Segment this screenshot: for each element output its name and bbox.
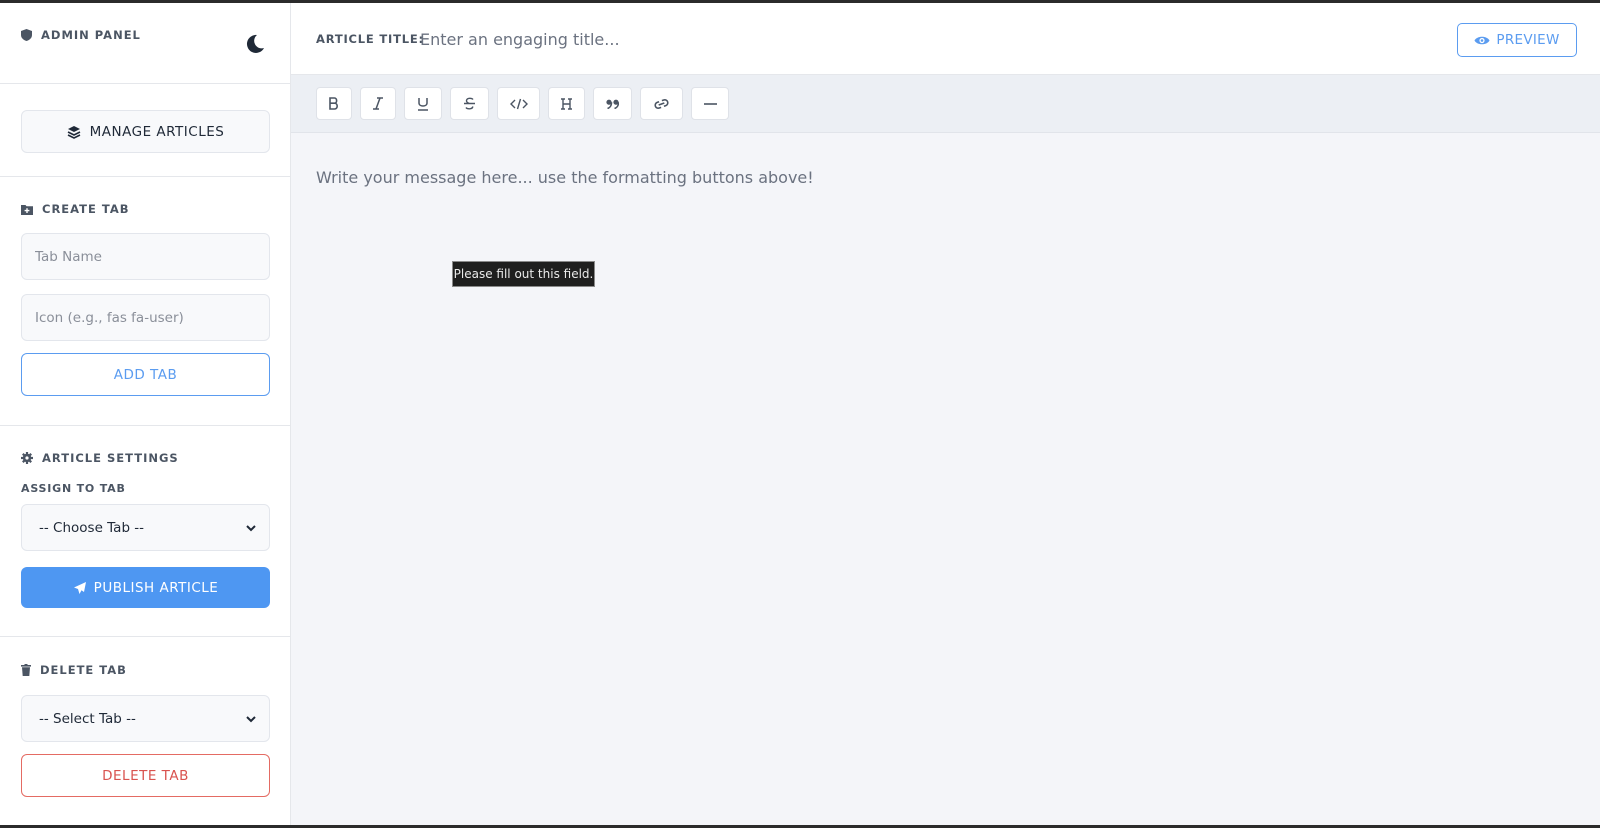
validation-tooltip: Please fill out this field. — [452, 261, 595, 287]
sidebar: ADMIN PANEL MANAGE ARTICLES CREATE TAB T… — [0, 3, 291, 825]
create-tab-title: CREATE TAB — [21, 202, 129, 216]
bold-button[interactable] — [316, 87, 352, 120]
create-tab-section: CREATE TAB ADD TAB — [0, 177, 290, 426]
manage-articles-button[interactable]: MANAGE ARTICLES — [21, 110, 270, 153]
link-icon — [653, 98, 670, 110]
code-button[interactable] — [497, 87, 540, 120]
assign-tab-selected: -- Choose Tab -- — [39, 519, 145, 536]
delete-tab-section: DELETE TAB -- Select Tab -- DELETE TAB — [0, 637, 290, 825]
delete-tab-label: DELETE TAB — [40, 663, 127, 677]
delete-tab-select[interactable]: -- Select Tab -- — [21, 695, 270, 742]
gear-icon — [21, 452, 33, 464]
brand: ADMIN PANEL — [21, 28, 141, 42]
manage-section: MANAGE ARTICLES — [0, 84, 290, 177]
dark-mode-toggle[interactable] — [244, 33, 266, 55]
paper-plane-icon — [73, 581, 87, 595]
title-bar: ARTICLE TITLE: PREVIEW — [291, 3, 1600, 75]
editor-main: ARTICLE TITLE: PREVIEW — [291, 3, 1600, 825]
assign-tab-select[interactable]: -- Choose Tab -- — [21, 504, 270, 551]
code-icon — [509, 98, 528, 110]
horizontal-rule-button[interactable] — [691, 87, 729, 120]
underline-icon — [417, 97, 429, 111]
article-settings-section: ARTICLE SETTINGS ASSIGN TO TAB -- Choose… — [0, 426, 290, 637]
message-editor[interactable] — [316, 162, 1516, 192]
delete-tab-title: DELETE TAB — [21, 663, 127, 677]
delete-tab-selected: -- Select Tab -- — [39, 710, 136, 727]
eye-icon — [1474, 35, 1490, 46]
italic-button[interactable] — [360, 87, 396, 120]
chevron-down-icon — [245, 713, 257, 725]
preview-label: PREVIEW — [1496, 32, 1560, 48]
create-tab-label: CREATE TAB — [42, 202, 130, 216]
bold-icon — [328, 97, 340, 110]
strikethrough-icon — [463, 97, 476, 110]
shield-icon — [21, 29, 32, 41]
delete-tab-button[interactable]: DELETE TAB — [21, 754, 270, 797]
article-title-label: ARTICLE TITLE: — [316, 32, 424, 46]
italic-icon — [372, 97, 384, 110]
link-button[interactable] — [640, 87, 683, 120]
trash-icon — [21, 664, 31, 676]
assign-to-tab-label: ASSIGN TO TAB — [21, 482, 126, 495]
quote-icon — [606, 99, 619, 109]
folder-plus-icon — [21, 204, 33, 215]
publish-article-label: PUBLISH ARTICLE — [93, 579, 219, 596]
article-title-input[interactable] — [420, 23, 1320, 55]
format-toolbar — [291, 75, 1600, 133]
article-settings-label: ARTICLE SETTINGS — [42, 451, 179, 465]
tab-name-input[interactable] — [21, 233, 270, 280]
app: ADMIN PANEL MANAGE ARTICLES CREATE TAB T… — [0, 3, 1600, 825]
moon-icon — [244, 33, 266, 55]
tab-icon-input[interactable] — [21, 294, 270, 341]
layers-icon — [67, 125, 81, 139]
publish-article-button[interactable]: PUBLISH ARTICLE — [21, 567, 270, 608]
underline-button[interactable] — [404, 87, 442, 120]
add-tab-button[interactable]: ADD TAB — [21, 353, 270, 396]
horizontal-rule-icon — [703, 102, 717, 106]
strikethrough-button[interactable] — [450, 87, 489, 120]
heading-icon — [560, 97, 573, 110]
editor-area[interactable] — [291, 134, 1600, 825]
chevron-down-icon — [245, 522, 257, 534]
preview-button[interactable]: PREVIEW — [1457, 23, 1577, 57]
manage-articles-label: MANAGE ARTICLES — [89, 123, 225, 140]
brand-label: ADMIN PANEL — [41, 28, 141, 42]
quote-button[interactable] — [593, 87, 632, 120]
article-settings-title: ARTICLE SETTINGS — [21, 451, 179, 465]
sidebar-header: ADMIN PANEL — [0, 3, 290, 84]
heading-button[interactable] — [548, 87, 585, 120]
